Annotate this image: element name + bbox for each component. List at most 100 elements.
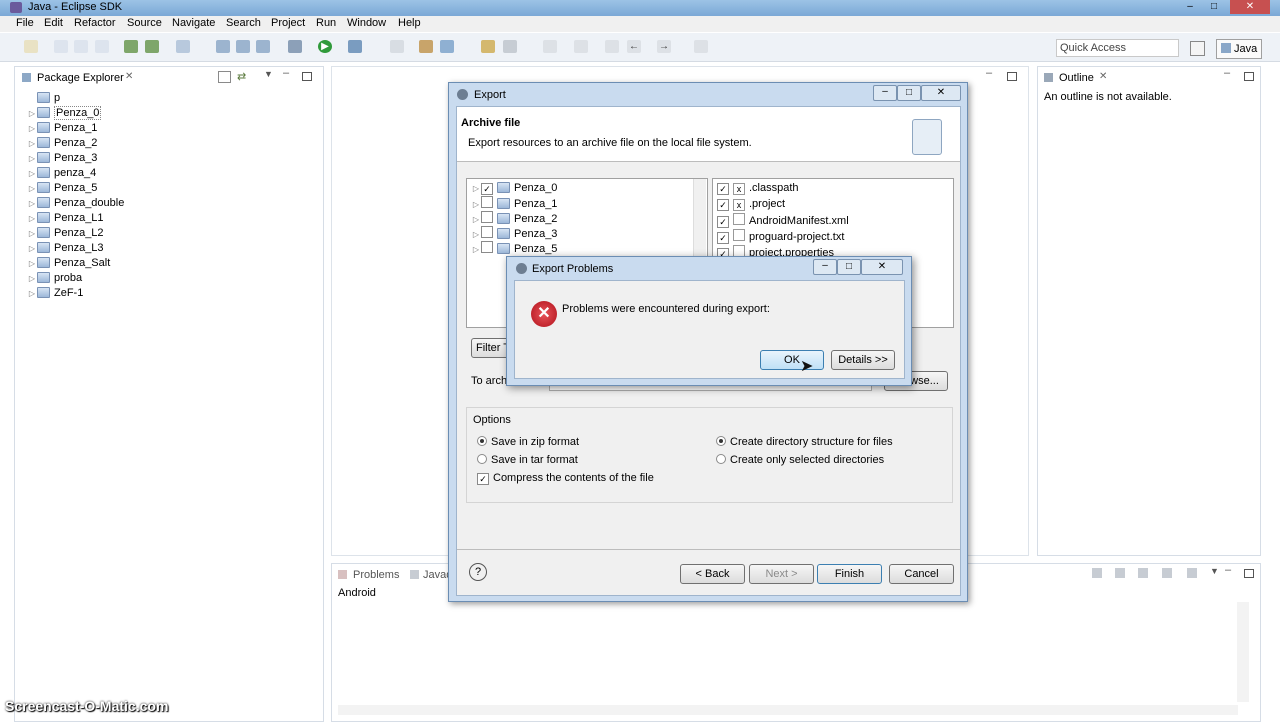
minimize-editor-icon[interactable]: –: [986, 67, 992, 79]
list-item[interactable]: ✓ x .project: [717, 197, 785, 212]
cancel-button[interactable]: Cancel: [889, 564, 954, 584]
toggle-breakpoint-icon[interactable]: [390, 40, 404, 53]
maximize-view-icon[interactable]: [1244, 569, 1254, 578]
save-all-icon[interactable]: [74, 40, 88, 53]
minimize-view-icon[interactable]: –: [283, 67, 289, 79]
expand-icon[interactable]: ▷: [27, 211, 37, 226]
menu-edit[interactable]: Edit: [44, 17, 63, 29]
last-edit-icon[interactable]: [605, 40, 619, 53]
restore-icon[interactable]: □: [1202, 0, 1226, 14]
new-package-icon[interactable]: [236, 40, 250, 53]
menu-refactor[interactable]: Refactor: [74, 17, 116, 29]
checkbox[interactable]: [481, 211, 493, 223]
pin-editor-icon[interactable]: [694, 40, 708, 53]
expand-icon[interactable]: ▷: [27, 286, 37, 301]
search-icon[interactable]: [440, 40, 454, 53]
collapse-all-icon[interactable]: [218, 71, 231, 83]
package-explorer-tab[interactable]: Package Explorer: [37, 72, 124, 84]
close-icon[interactable]: ✕: [861, 259, 903, 275]
expand-icon[interactable]: ▷: [27, 151, 37, 166]
tab-problems[interactable]: Problems: [353, 569, 399, 581]
help-icon[interactable]: ?: [469, 563, 487, 581]
close-view-icon[interactable]: ✕: [1099, 71, 1107, 82]
list-item[interactable]: ▷ Penza_double: [27, 196, 124, 211]
outline-tab[interactable]: Outline: [1059, 72, 1094, 84]
display-console-icon[interactable]: [1162, 568, 1172, 578]
list-item[interactable]: p: [27, 91, 60, 106]
quick-access-input[interactable]: Quick Access: [1056, 39, 1179, 57]
list-item[interactable]: ▷ Penza_1: [27, 121, 97, 136]
forward-arrow-icon[interactable]: →: [657, 40, 671, 53]
expand-icon[interactable]: ▷: [27, 121, 37, 136]
expand-icon[interactable]: ▷: [27, 106, 37, 121]
close-icon[interactable]: ✕: [1230, 0, 1270, 14]
debug-icon[interactable]: [288, 40, 302, 53]
minimize-view-icon[interactable]: –: [1224, 67, 1230, 79]
new-icon[interactable]: [24, 40, 38, 53]
run-icon[interactable]: ▶: [318, 40, 332, 53]
external-tools-icon[interactable]: [348, 40, 362, 53]
save-icon[interactable]: [54, 40, 68, 53]
close-icon[interactable]: ✕: [921, 85, 961, 101]
expand-icon[interactable]: ▷: [27, 136, 37, 151]
menu-help[interactable]: Help: [398, 17, 421, 29]
back-arrow-icon[interactable]: ←: [627, 40, 641, 53]
list-item[interactable]: ▷ Penza_3: [471, 226, 557, 241]
java-perspective-button[interactable]: Java: [1216, 39, 1262, 59]
menu-window[interactable]: Window: [347, 17, 386, 29]
android-sdk-icon[interactable]: [124, 40, 138, 53]
horizontal-scrollbar[interactable]: [338, 705, 1238, 715]
next-button[interactable]: Next >: [749, 564, 814, 584]
list-item[interactable]: ▷ Penza_Salt: [27, 256, 110, 271]
maximize-editor-icon[interactable]: [1007, 72, 1017, 81]
new-class-icon[interactable]: [256, 40, 270, 53]
list-item[interactable]: ▷ Penza_0: [27, 106, 102, 121]
selected-dirs-radio[interactable]: Create only selected directories: [716, 454, 884, 466]
open-task-icon[interactable]: [481, 40, 495, 53]
open-console-icon[interactable]: [1187, 568, 1197, 578]
checkbox[interactable]: ✓: [717, 232, 729, 244]
list-item[interactable]: ▷ Penza_3: [27, 151, 97, 166]
checkbox[interactable]: [481, 241, 493, 253]
print-icon[interactable]: [95, 40, 109, 53]
close-view-icon[interactable]: ✕: [125, 71, 133, 82]
save-tar-radio[interactable]: Save in tar format: [477, 454, 578, 466]
list-item[interactable]: ✓ proguard-project.txt: [717, 229, 844, 244]
list-item[interactable]: ▷ Penza_5: [27, 181, 97, 196]
expand-icon[interactable]: ▷: [27, 241, 37, 256]
open-type-icon[interactable]: [419, 40, 433, 53]
back-button[interactable]: < Back: [680, 564, 745, 584]
checkbox[interactable]: ✓: [717, 216, 729, 228]
avd-manager-icon[interactable]: [145, 40, 159, 53]
menu-search[interactable]: Search: [226, 17, 261, 29]
annotation-icon[interactable]: [503, 40, 517, 53]
directory-structure-radio[interactable]: Create directory structure for files: [716, 436, 893, 448]
list-item[interactable]: ▷ ✓ Penza_0: [471, 181, 557, 196]
list-item[interactable]: ▷ ZeF-1: [27, 286, 83, 301]
view-menu-icon[interactable]: ▼: [264, 69, 273, 79]
prev-annotation-icon[interactable]: [574, 40, 588, 53]
compress-checkbox[interactable]: ✓ Compress the contents of the file: [477, 472, 654, 485]
link-editor-icon[interactable]: ⇄: [237, 70, 246, 83]
expand-icon[interactable]: ▷: [27, 181, 37, 196]
vertical-scrollbar[interactable]: [1237, 602, 1249, 702]
list-item[interactable]: ▷ Penza_2: [27, 136, 97, 151]
ok-button[interactable]: OK: [760, 350, 824, 370]
finish-button[interactable]: Finish: [817, 564, 882, 584]
new-java-project-icon[interactable]: [216, 40, 230, 53]
minimize-icon[interactable]: –: [1178, 0, 1202, 14]
clear-console-icon[interactable]: [1092, 568, 1102, 578]
checkbox[interactable]: ✓: [717, 183, 729, 195]
list-item[interactable]: ▷ proba: [27, 271, 82, 286]
list-item[interactable]: ▷ Penza_5: [471, 241, 557, 256]
expand-icon[interactable]: ▷: [27, 196, 37, 211]
open-perspective-icon[interactable]: [1190, 41, 1205, 56]
details-button[interactable]: Details >>: [831, 350, 895, 370]
list-item[interactable]: ▷ penza_4: [27, 166, 96, 181]
list-item[interactable]: ▷ Penza_L2: [27, 226, 104, 241]
checkbox[interactable]: [481, 196, 493, 208]
checkbox[interactable]: [481, 226, 493, 238]
maximize-view-icon[interactable]: [1244, 72, 1254, 81]
list-item[interactable]: ✓ AndroidManifest.xml: [717, 213, 849, 228]
minimize-icon[interactable]: –: [813, 259, 837, 275]
